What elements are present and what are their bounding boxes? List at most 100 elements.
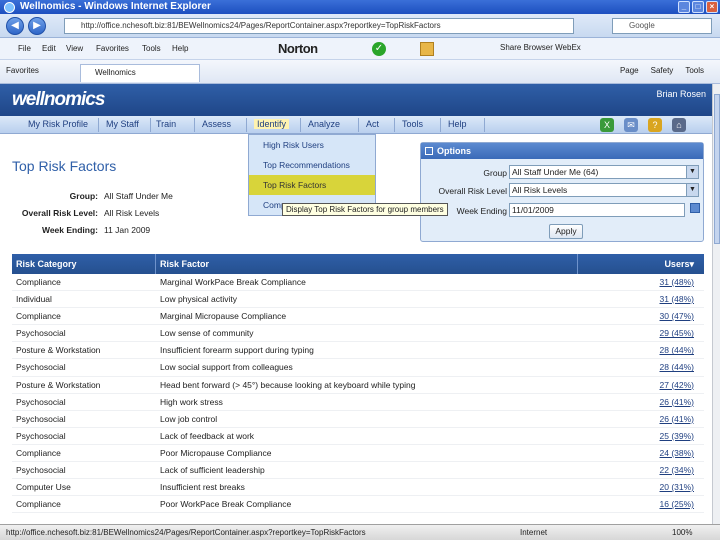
cell-users[interactable]: 28 (44%) (578, 342, 704, 358)
menu-help[interactable]: Help (172, 44, 188, 53)
norton-check-icon[interactable]: ✓ (372, 42, 386, 56)
cell-users[interactable]: 26 (41%) (578, 411, 704, 427)
users-link[interactable]: 25 (39%) (660, 431, 695, 441)
cell-users[interactable]: 31 (48%) (578, 291, 704, 307)
nav-help[interactable]: Help (448, 119, 467, 129)
users-link[interactable]: 28 (44%) (660, 362, 695, 372)
options-header[interactable]: Options (421, 143, 703, 159)
favorites-button[interactable]: Favorites (6, 66, 39, 75)
app-header: wellnomics Brian Rosen (0, 84, 712, 116)
cell-users[interactable]: 31 (48%) (578, 274, 704, 290)
scrollbar-thumb[interactable] (714, 94, 720, 244)
users-link[interactable]: 16 (25%) (660, 499, 695, 509)
group-select[interactable]: All Staff Under Me (64) ▼ (509, 165, 699, 179)
cell-users[interactable]: 16 (25%) (578, 496, 704, 512)
cell-users[interactable]: 25 (39%) (578, 428, 704, 444)
cell-users[interactable]: 28 (44%) (578, 359, 704, 375)
safety-menu-button[interactable]: Safety (651, 66, 674, 75)
minimize-icon[interactable]: _ (678, 1, 690, 13)
users-link[interactable]: 22 (34%) (660, 465, 695, 475)
maximize-icon[interactable]: □ (692, 1, 704, 13)
users-link[interactable]: 30 (47%) (660, 311, 695, 321)
risk-level-select[interactable]: All Risk Levels ▼ (509, 183, 699, 197)
users-link[interactable]: 31 (48%) (660, 294, 695, 304)
summary-label: Week Ending: (41, 225, 98, 235)
window-title-bar: Wellnomics - Windows Internet Explorer _… (0, 0, 720, 14)
header-risk-factor[interactable]: Risk Factor (156, 254, 578, 274)
chevron-down-icon[interactable]: ▼ (686, 184, 698, 196)
table-row: Psychosocial Low social support from coll… (12, 359, 704, 377)
users-link[interactable]: 27 (42%) (660, 380, 695, 390)
nav-train[interactable]: Train (156, 119, 176, 129)
address-input[interactable]: http://office.nchesoft.biz:81/BEWellnomi… (64, 18, 574, 34)
users-link[interactable]: 26 (41%) (660, 397, 695, 407)
status-bar: http://office.nchesoft.biz:81/BEWellnomi… (0, 524, 720, 540)
cell-risk-factor: Lack of sufficient leadership (160, 465, 265, 476)
chevron-down-icon[interactable]: ▼ (686, 166, 698, 178)
menu-favorites[interactable]: Favorites (96, 44, 129, 53)
cell-users[interactable]: 30 (47%) (578, 308, 704, 324)
users-link[interactable]: 24 (38%) (660, 448, 695, 458)
menu-item-high-risk-users[interactable]: High Risk Users (249, 135, 375, 155)
vertical-scrollbar[interactable] (712, 84, 720, 524)
email-icon[interactable]: ✉ (624, 118, 638, 132)
nav-assess[interactable]: Assess (202, 119, 231, 129)
cell-users[interactable]: 29 (45%) (578, 325, 704, 341)
table-row: Psychosocial High work stress 26 (41%) (12, 394, 704, 411)
search-input[interactable]: Google (612, 18, 712, 34)
cell-risk-category: Computer Use (16, 482, 71, 493)
cell-risk-category: Posture & Workstation (16, 345, 101, 356)
users-link[interactable]: 31 (48%) (660, 277, 695, 287)
calendar-icon[interactable] (690, 203, 700, 213)
cell-risk-category: Compliance (16, 447, 61, 458)
menu-tools[interactable]: Tools (142, 44, 161, 53)
lock-icon[interactable]: ⌂ (672, 118, 686, 132)
nav-analyze[interactable]: Analyze (308, 119, 340, 129)
close-icon[interactable]: × (706, 1, 718, 13)
forward-button[interactable]: ▶ (28, 17, 46, 35)
window-controls: _ □ × (678, 1, 718, 13)
zoom-level[interactable]: 100% (672, 525, 692, 540)
nav-tools[interactable]: Tools (402, 119, 423, 129)
nav-icon-group: X ✉ ? ⌂ (600, 116, 686, 132)
menu-item-top-risk-factors[interactable]: Top Risk Factors (249, 175, 375, 195)
safe-web-icon[interactable] (420, 42, 434, 56)
excel-export-icon[interactable]: X (600, 118, 614, 132)
sort-desc-icon: ▾ (689, 259, 694, 269)
menu-view[interactable]: View (66, 44, 83, 53)
collapse-icon[interactable] (425, 147, 433, 155)
status-zone: Internet (520, 528, 548, 537)
window-title: Wellnomics - Windows Internet Explorer (20, 1, 211, 12)
nav-my-risk-profile[interactable]: My Risk Profile (28, 119, 88, 129)
cell-users[interactable]: 26 (41%) (578, 394, 704, 410)
table-row: Posture & Workstation Head bent forward (… (12, 377, 704, 394)
tools-menu-button[interactable]: Tools (685, 66, 704, 75)
browser-tab[interactable]: Wellnomics (80, 64, 200, 82)
cell-users[interactable]: 22 (34%) (578, 462, 704, 478)
header-users[interactable]: Users▾ (578, 254, 704, 274)
menu-edit[interactable]: Edit (42, 44, 56, 53)
nav-act[interactable]: Act (366, 119, 379, 129)
cell-users[interactable]: 27 (42%) (578, 377, 704, 393)
menu-file[interactable]: File (18, 44, 31, 53)
apply-button[interactable]: Apply (549, 224, 583, 239)
ie-logo-icon (4, 2, 15, 13)
page-menu-button[interactable]: Page (620, 66, 639, 75)
nav-my-staff[interactable]: My Staff (106, 119, 139, 129)
header-risk-category[interactable]: Risk Category (12, 254, 156, 274)
back-button[interactable]: ◀ (6, 17, 24, 35)
cell-users[interactable]: 24 (38%) (578, 445, 704, 461)
users-link[interactable]: 28 (44%) (660, 345, 695, 355)
menu-item-top-recommendations[interactable]: Top Recommendations (249, 155, 375, 175)
summary-row-risk-level: Overall Risk Level: All Risk Levels (12, 208, 173, 225)
nav-identify[interactable]: Identify (254, 119, 290, 129)
week-ending-input[interactable]: 11/01/2009 (509, 203, 685, 217)
cell-risk-factor: Head bent forward (> 45°) because lookin… (160, 379, 416, 390)
help-icon[interactable]: ? (648, 118, 662, 132)
users-link[interactable]: 29 (45%) (660, 328, 695, 338)
users-link[interactable]: 20 (31%) (660, 482, 695, 492)
cell-users[interactable]: 20 (31%) (578, 479, 704, 495)
share-browser-button[interactable]: Share Browser WebEx (500, 43, 581, 52)
norton-toolbar-logo[interactable]: Norton (278, 41, 318, 56)
users-link[interactable]: 26 (41%) (660, 414, 695, 424)
